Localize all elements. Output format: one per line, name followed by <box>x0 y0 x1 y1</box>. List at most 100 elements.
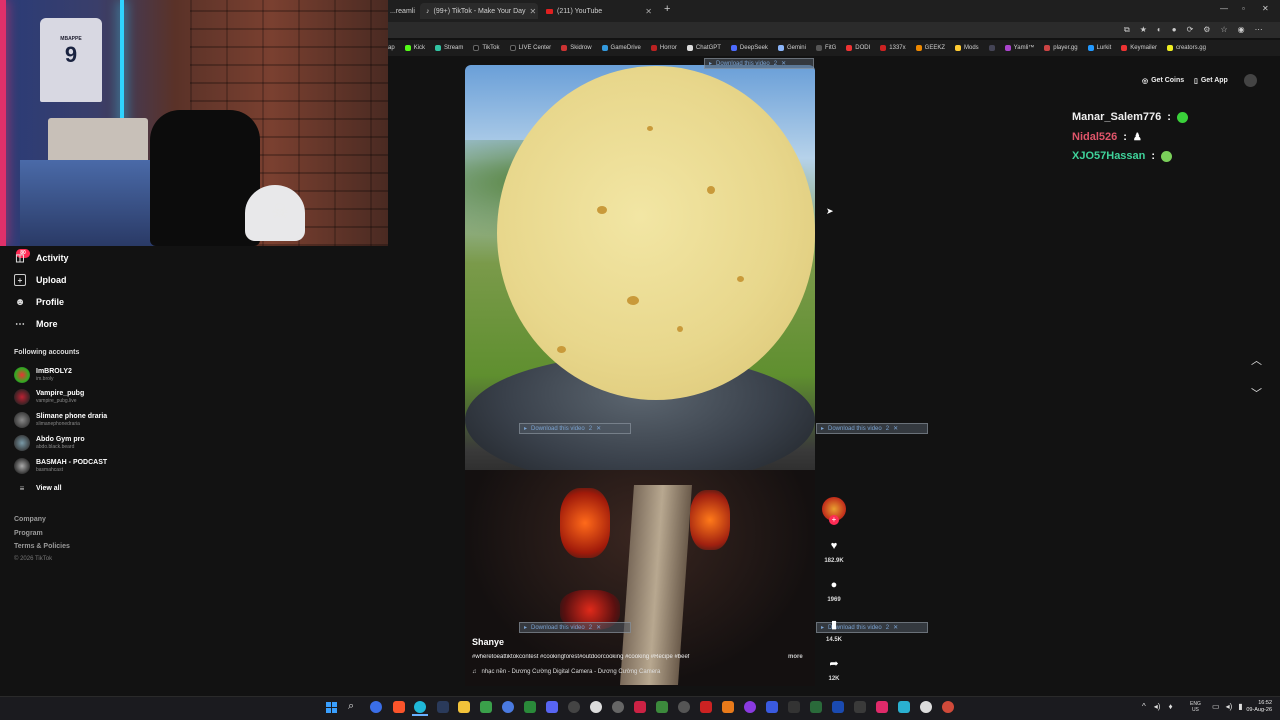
app-icon[interactable] <box>898 701 910 713</box>
download-video-overlay[interactable]: ▸ Download this video 2 ✕ <box>704 58 814 69</box>
clock[interactable]: 16:52 09-Aug-26 <box>1240 700 1272 714</box>
save-button[interactable]: ▮ 14.5K <box>822 618 846 643</box>
bookmark-item[interactable]: GEEKZ <box>915 45 945 51</box>
maximize-icon[interactable]: ▫ <box>1242 4 1245 13</box>
app-icon[interactable] <box>678 701 690 713</box>
bookmark-item[interactable]: DODI <box>846 45 870 51</box>
app-icon[interactable] <box>920 701 932 713</box>
steam-icon[interactable] <box>437 701 449 713</box>
new-tab-button[interactable]: + <box>664 3 670 15</box>
bookmark-item[interactable]: TikTok <box>473 45 500 51</box>
mic-icon[interactable]: ♦ <box>1168 702 1172 711</box>
bookmark-item[interactable]: Yamli™ <box>1004 45 1034 51</box>
close-icon[interactable]: ✕ <box>596 425 601 432</box>
close-icon[interactable]: ✕ <box>781 60 786 67</box>
get-app-button[interactable]: ▯ Get App <box>1190 72 1236 89</box>
tab-streamlabs[interactable]: ...reamli✕ <box>384 3 418 19</box>
app-icon[interactable] <box>788 701 800 713</box>
user-avatar[interactable] <box>1244 74 1257 87</box>
app-icon[interactable] <box>634 701 646 713</box>
bookmark-item[interactable]: Lurkit <box>1087 45 1111 51</box>
collections-icon[interactable]: ⚙ <box>1203 25 1210 35</box>
tab-youtube[interactable]: (211) YouTube ✕ <box>540 3 658 19</box>
app-icon[interactable] <box>810 701 822 713</box>
read-aloud-icon[interactable]: ◐ <box>1157 25 1162 35</box>
app-icon[interactable] <box>568 701 580 713</box>
app-icon[interactable] <box>766 701 778 713</box>
share-button[interactable]: ➦ 12K <box>822 657 846 682</box>
sidebar-item-activity[interactable]: ◫ Activity <box>14 252 68 264</box>
app-icon[interactable] <box>590 701 602 713</box>
app-icon[interactable] <box>744 701 756 713</box>
refresh-icon[interactable]: ⟳ <box>1187 25 1194 35</box>
favorites-icon[interactable]: ☆ <box>1220 25 1227 35</box>
previous-video-button[interactable]: ︿ <box>1251 352 1262 368</box>
menu-icon[interactable]: ⋯ <box>1255 25 1263 35</box>
profile-icon[interactable]: ◉ <box>1238 25 1245 35</box>
bookmark-item[interactable]: DeepSeek <box>730 45 768 51</box>
edge-icon[interactable] <box>414 701 426 713</box>
footer-link-terms[interactable]: Terms & Policies <box>14 543 70 550</box>
download-video-overlay[interactable]: ▸ Download this video 2 ✕ <box>816 423 928 434</box>
close-icon[interactable]: ✕ <box>645 7 652 16</box>
extension-icon[interactable]: ● <box>1172 25 1177 35</box>
bookmark-item[interactable]: Gemini <box>777 45 806 51</box>
discord-icon[interactable] <box>546 701 558 713</box>
app-icon[interactable] <box>722 701 734 713</box>
search-icon[interactable]: ⌕ <box>348 700 354 713</box>
app-icon[interactable] <box>700 701 712 713</box>
minimize-icon[interactable]: — <box>1220 4 1228 13</box>
next-video-button[interactable]: ﹀ <box>1251 385 1262 401</box>
bookmark-item[interactable]: Kick <box>404 45 425 51</box>
bookmark-item[interactable]: Mods <box>955 45 979 51</box>
app-icon[interactable] <box>942 701 954 713</box>
speaker-icon[interactable]: ◂) <box>1154 702 1161 711</box>
footer-link-company[interactable]: Company <box>14 516 46 523</box>
share-icon[interactable]: ⧉ <box>1124 25 1130 35</box>
download-video-overlay[interactable]: ▸ Download this video 2 ✕ <box>519 622 631 633</box>
bookmark-item[interactable]: FitG <box>815 45 836 51</box>
sidebar-item-upload[interactable]: + Upload <box>14 274 67 286</box>
following-account[interactable]: BASMAH - PODCAST basmahcast <box>14 458 107 474</box>
star-icon[interactable]: ★ <box>1140 25 1147 35</box>
app-icon[interactable] <box>832 701 844 713</box>
brave-icon[interactable] <box>393 701 405 713</box>
app-icon[interactable] <box>854 701 866 713</box>
bookmark-item[interactable]: Skidrow <box>561 45 592 51</box>
bookmark-item[interactable]: 1337x <box>880 45 906 51</box>
bookmark-item[interactable]: GameDrive <box>601 45 641 51</box>
app-icon[interactable] <box>502 701 514 713</box>
get-coins-button[interactable]: ◎ Get Coins <box>1136 72 1190 89</box>
sidebar-item-more[interactable]: ⋯ More <box>14 318 58 330</box>
comment-button[interactable]: ● 1969 <box>822 579 846 603</box>
video-music[interactable]: ♫ nhạc nền - Dương Cường Digital Camera -… <box>472 669 660 675</box>
following-account[interactable]: Slimane phone draria slimanephonedraria <box>14 412 107 428</box>
bookmark-item[interactable]: LIVE Center <box>509 45 551 51</box>
file-explorer-icon[interactable] <box>458 701 470 713</box>
close-icon[interactable]: ✕ <box>596 624 601 631</box>
browser-icon[interactable] <box>370 701 382 713</box>
like-button[interactable]: ♥ 182.9K <box>822 540 846 564</box>
windows-start-icon[interactable] <box>326 702 337 713</box>
video-author[interactable]: Shanye <box>472 637 504 647</box>
tab-tiktok[interactable]: ♪ (99+) TikTok - Make Your Day ✕ <box>420 3 538 19</box>
follow-plus-icon[interactable]: + <box>829 515 839 525</box>
close-icon[interactable]: ✕ <box>530 7 537 16</box>
chevron-up-icon[interactable]: ^ <box>1142 702 1146 711</box>
sidebar-item-profile[interactable]: ☻ Profile <box>14 296 64 308</box>
bookmark-item[interactable]: creators.gg <box>1166 45 1206 51</box>
caption-more-link[interactable]: more <box>788 654 803 660</box>
following-account[interactable]: ImBROLY2 im.broly <box>14 367 72 383</box>
bookmark-item[interactable] <box>988 45 995 51</box>
view-all-button[interactable]: ≡ View all <box>14 484 62 493</box>
bookmark-item[interactable]: player.gg <box>1044 45 1078 51</box>
volume-icon[interactable]: ◂) <box>1226 702 1233 711</box>
bookmark-item[interactable]: Horror <box>650 45 677 51</box>
bookmark-item[interactable]: Stream <box>435 45 463 51</box>
network-icon[interactable]: ▭ <box>1212 702 1220 711</box>
xbox-icon[interactable] <box>524 701 536 713</box>
download-video-overlay[interactable]: ▸ Download this video 2 ✕ <box>519 423 631 434</box>
close-window-icon[interactable]: ✕ <box>1262 4 1269 13</box>
bookmark-item[interactable]: Keymailer <box>1121 45 1157 51</box>
app-icon[interactable] <box>876 701 888 713</box>
